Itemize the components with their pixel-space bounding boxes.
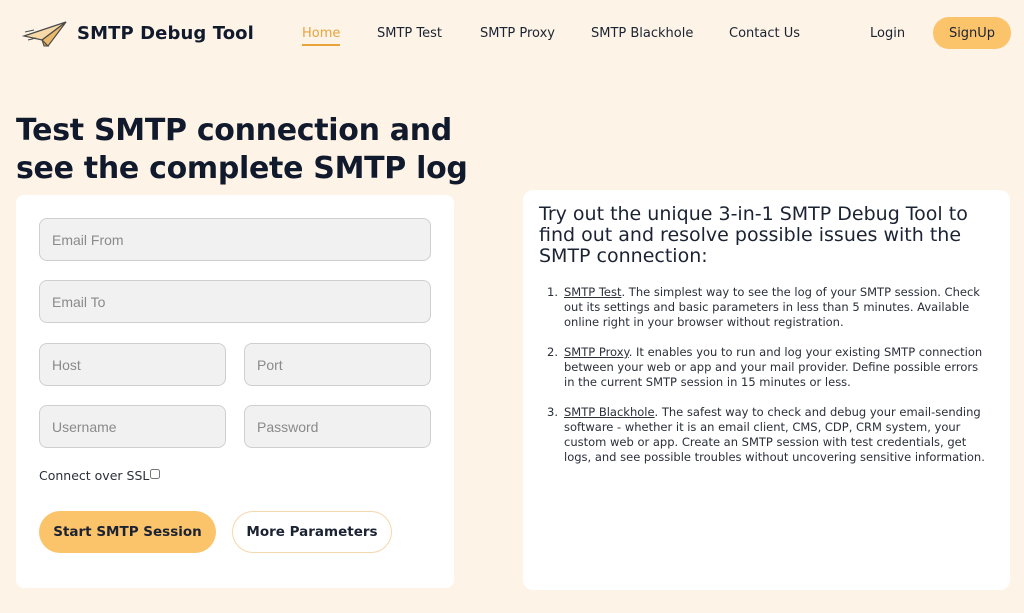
nav-smtp-test[interactable]: SMTP Test [377, 26, 442, 41]
port-input[interactable] [244, 343, 431, 386]
info-card: Try out the unique 3-in-1 SMTP Debug Too… [523, 190, 1010, 590]
nav-home[interactable]: Home [302, 26, 341, 46]
ssl-label: Connect over SSL [39, 468, 150, 483]
list-number: 2. [547, 345, 558, 359]
signup-button[interactable]: SignUp [933, 17, 1011, 49]
site-header: SMTP Debug Tool Home SMTP Test SMTP Prox… [0, 0, 1024, 66]
more-parameters-button[interactable]: More Parameters [232, 511, 392, 553]
ssl-option[interactable]: Connect over SSL [39, 468, 161, 483]
feature-description: . The simplest way to see the log of you… [564, 285, 980, 329]
feature-item-smtp-proxy: 2. SMTP Proxy. It enables you to run and… [547, 345, 987, 390]
nav-smtp-proxy[interactable]: SMTP Proxy [480, 26, 555, 41]
email-from-input[interactable] [39, 218, 431, 261]
email-to-input[interactable] [39, 280, 431, 323]
page-title-line1: Test SMTP connection and [16, 113, 452, 148]
list-number: 1. [547, 285, 558, 299]
page-title: Test SMTP connection and see the complet… [16, 112, 486, 188]
host-input[interactable] [39, 343, 226, 386]
smtp-form-card: Connect over SSL Start SMTP Session More… [16, 195, 454, 588]
feature-link-smtp-test[interactable]: SMTP Test [564, 285, 621, 299]
login-link[interactable]: Login [870, 26, 905, 41]
feature-link-smtp-blackhole[interactable]: SMTP Blackhole [564, 405, 655, 419]
ssl-checkbox[interactable] [150, 469, 161, 479]
list-number: 3. [547, 405, 558, 419]
brand-name: SMTP Debug Tool [77, 22, 254, 44]
password-input[interactable] [244, 405, 431, 448]
brand-logo[interactable]: SMTP Debug Tool [22, 18, 254, 48]
paper-plane-icon [22, 21, 67, 47]
feature-link-smtp-proxy[interactable]: SMTP Proxy [564, 345, 629, 359]
username-input[interactable] [39, 405, 226, 448]
nav-smtp-blackhole[interactable]: SMTP Blackhole [591, 26, 693, 41]
feature-list: 1. SMTP Test. The simplest way to see th… [547, 285, 987, 480]
feature-item-smtp-blackhole: 3. SMTP Blackhole. The safest way to che… [547, 405, 987, 465]
nav-contact-us[interactable]: Contact Us [729, 26, 800, 41]
start-session-button[interactable]: Start SMTP Session [39, 511, 216, 553]
info-title: Try out the unique 3-in-1 SMTP Debug Too… [539, 203, 968, 267]
page-title-line2: see the complete SMTP log [16, 151, 468, 186]
feature-item-smtp-test: 1. SMTP Test. The simplest way to see th… [547, 285, 987, 330]
